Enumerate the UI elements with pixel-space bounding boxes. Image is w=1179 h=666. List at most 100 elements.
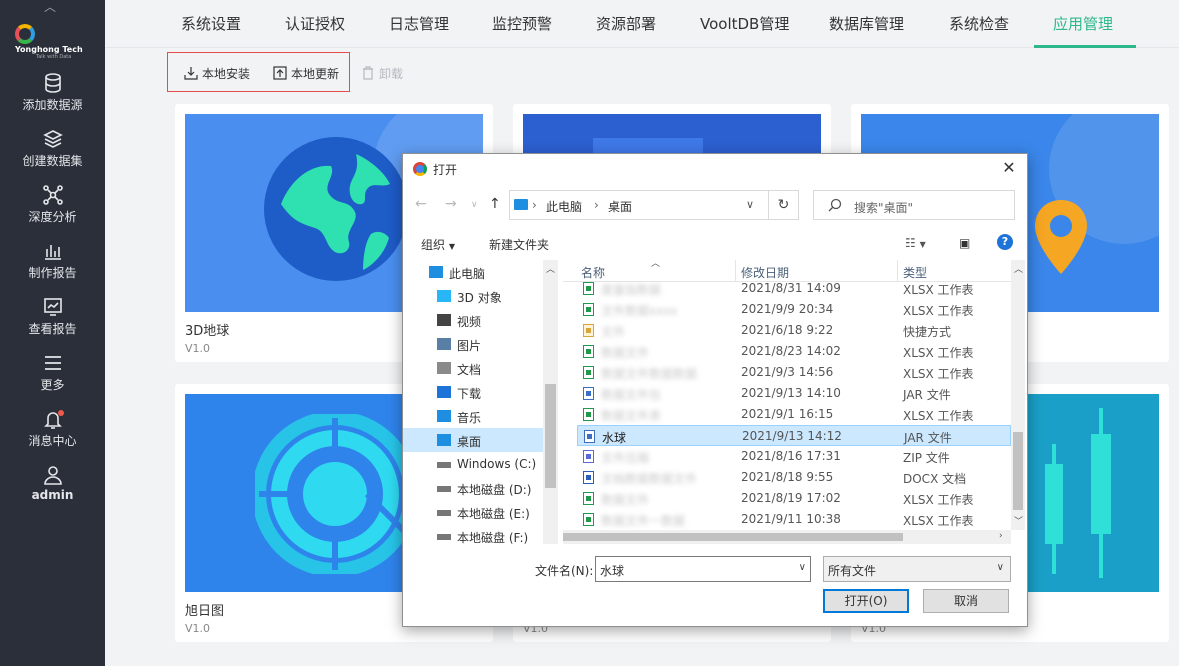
new-folder-button[interactable]: 新建文件夹 xyxy=(489,236,549,253)
help-icon[interactable]: ? xyxy=(997,234,1013,250)
file-row[interactable]: 文件数据xxxx 2021/9/9 20:34 XLSX 工作表 xyxy=(577,299,1011,320)
chevron-down-icon[interactable]: ∨ xyxy=(746,198,754,211)
tree-item-drive[interactable]: Windows (C:) xyxy=(403,452,543,476)
line-chart-icon xyxy=(43,298,62,316)
collapse-up-icon[interactable]: ︿ xyxy=(44,0,56,15)
sidebar-item-more[interactable]: 更多 xyxy=(0,352,105,402)
scroll-thumb[interactable] xyxy=(545,384,556,488)
tab-system-check[interactable]: 系统检查 xyxy=(949,13,1009,34)
sidebar-item-create-dataset[interactable]: 创建数据集 xyxy=(0,128,105,178)
tab-vooltdb[interactable]: VooltDB管理 xyxy=(700,13,789,34)
breadcrumb-this-pc[interactable]: 此电脑 xyxy=(546,198,582,215)
file-row[interactable]: 数据文件 2021/8/23 14:02 XLSX 工作表 xyxy=(577,341,1011,362)
organize-button[interactable]: 组织 ▼ xyxy=(421,236,455,253)
forward-arrow-icon[interactable]: → xyxy=(445,196,457,212)
file-row[interactable]: 文件压缩 2021/8/16 17:31 ZIP 文件 xyxy=(577,446,1011,467)
jar-file-icon xyxy=(583,387,594,400)
tree-item-video[interactable]: 视频 xyxy=(403,308,543,332)
scroll-thumb[interactable] xyxy=(563,533,903,541)
globe-icon xyxy=(264,137,408,281)
file-row[interactable]: 水球 2021/9/13 14:12 JAR 文件 xyxy=(577,425,1011,446)
tree-item-document[interactable]: 文档 xyxy=(403,356,543,380)
scroll-thumb[interactable] xyxy=(1013,432,1023,510)
filetype-select[interactable]: 所有文件 ∨ xyxy=(823,556,1011,582)
open-button[interactable]: 打开(O) xyxy=(823,589,909,613)
top-tab-bar: 系统设置 认证授权 日志管理 监控预警 资源部署 VooltDB管理 数据库管理… xyxy=(105,0,1179,48)
sidebar-item-view-report[interactable]: 查看报告 xyxy=(0,296,105,346)
tree-item-drive[interactable]: 本地磁盘 (D:) xyxy=(403,476,543,500)
view-options-icon[interactable]: ☷ ▼ xyxy=(905,236,926,250)
tree-item-music[interactable]: 音乐 xyxy=(403,404,543,428)
candlestick-icon xyxy=(1045,408,1111,578)
organize-label: 组织 xyxy=(421,238,446,252)
user-icon xyxy=(43,466,62,485)
file-row[interactable]: 文件 2021/6/18 9:22 快捷方式 xyxy=(577,320,1011,341)
file-row[interactable]: 数据文件一数据 2021/9/11 10:38 XLSX 工作表 xyxy=(577,509,1011,530)
tree-item-computer[interactable]: 此电脑 xyxy=(403,260,543,284)
drive-icon xyxy=(437,534,451,540)
tree-item-desktop[interactable]: 桌面 xyxy=(403,428,543,452)
tab-log-management[interactable]: 日志管理 xyxy=(389,13,449,34)
local-update-label: 本地更新 xyxy=(291,67,340,81)
file-type: 快捷方式 xyxy=(903,325,952,339)
file-row[interactable]: 文档数据数据文件 2021/8/18 9:55 DOCX 文档 xyxy=(577,467,1011,488)
recent-dropdown-icon[interactable]: ∨ xyxy=(471,200,478,210)
file-name: 数据文件包 xyxy=(601,388,662,402)
sidebar-item-message-center[interactable]: 消息中心 xyxy=(0,408,105,458)
tree-item-drive[interactable]: 本地磁盘 (F:) xyxy=(403,524,543,544)
sidebar-item-make-report[interactable]: 制作报告 xyxy=(0,240,105,290)
sidebar-item-add-datasource[interactable]: 添加数据源 xyxy=(0,72,105,122)
sidebar: ︿ Yonghong Tech Talk with Data 添加数据源 创建数… xyxy=(0,0,105,666)
refresh-icon[interactable]: ↻ xyxy=(769,190,799,220)
search-box[interactable]: 搜索"桌面" xyxy=(813,190,1015,220)
computer-icon xyxy=(429,266,443,278)
scroll-up-icon[interactable]: ︿ xyxy=(1014,262,1023,275)
file-row[interactable]: 数据文件包 2021/9/13 14:10 JAR 文件 xyxy=(577,383,1011,404)
tab-system-settings[interactable]: 系统设置 xyxy=(181,13,241,34)
tab-resource-deploy[interactable]: 资源部署 xyxy=(596,13,656,34)
chevron-down-icon[interactable]: ∨ xyxy=(799,562,806,573)
breadcrumb-separator: › xyxy=(532,198,537,212)
tab-app-management[interactable]: 应用管理 xyxy=(1053,13,1113,34)
tree-item-label: 桌面 xyxy=(457,435,482,449)
address-bar[interactable]: › 此电脑 › 桌面 ∨ xyxy=(509,190,769,220)
local-update-button[interactable]: 本地更新 xyxy=(273,65,339,82)
filename-row: 文件名(N): 水球 ∨ 所有文件 ∨ xyxy=(403,556,1027,582)
file-date: 2021/8/18 9:55 xyxy=(741,470,834,484)
scroll-down-icon[interactable]: ﹀ xyxy=(1014,514,1023,527)
cube-icon xyxy=(437,290,451,302)
filename-input[interactable]: 水球 ∨ xyxy=(595,556,811,582)
tree-item-label: 3D 对象 xyxy=(457,291,502,305)
file-name: 文件 xyxy=(601,325,626,339)
notification-dot xyxy=(58,410,64,416)
scroll-right-icon[interactable]: › xyxy=(999,531,1003,541)
scroll-up-icon[interactable]: ︿ xyxy=(546,262,555,275)
database-icon xyxy=(44,73,61,93)
file-row[interactable]: 数据文件表 2021/9/1 16:15 XLSX 工作表 xyxy=(577,404,1011,425)
file-row[interactable]: 度量指数据 2021/8/31 14:09 XLSX 工作表 xyxy=(577,278,1011,299)
cancel-button[interactable]: 取消 xyxy=(923,589,1009,613)
tree-item-cube[interactable]: 3D 对象 xyxy=(403,284,543,308)
file-row[interactable]: 数据文件数据数据 2021/9/3 14:56 XLSX 工作表 xyxy=(577,362,1011,383)
tree-item-label: 此电脑 xyxy=(449,267,486,281)
sidebar-item-user[interactable]: admin xyxy=(0,464,105,514)
file-row[interactable]: 数据文件 2021/8/19 17:02 XLSX 工作表 xyxy=(577,488,1011,509)
tree-item-download[interactable]: 下载 xyxy=(403,380,543,404)
local-install-button[interactable]: 本地安装 xyxy=(184,65,250,82)
breadcrumb-desktop[interactable]: 桌面 xyxy=(608,198,632,215)
vertical-scrollbar[interactable]: ︿ ﹀ xyxy=(1011,260,1025,530)
close-icon[interactable]: ✕ xyxy=(999,158,1019,178)
back-arrow-icon[interactable]: ← xyxy=(415,196,427,212)
sidebar-item-deep-analysis[interactable]: 深度分析 xyxy=(0,184,105,234)
tree-item-drive[interactable]: 本地磁盘 (E:) xyxy=(403,500,543,524)
horizontal-scrollbar[interactable]: ‹ › xyxy=(563,530,1011,544)
tree-scrollbar[interactable]: ︿ xyxy=(543,260,558,544)
uninstall-button[interactable]: 卸载 xyxy=(361,65,403,82)
tree-item-picture[interactable]: 图片 xyxy=(403,332,543,356)
filename-label: 文件名(N): xyxy=(535,564,594,578)
tab-auth[interactable]: 认证授权 xyxy=(285,13,345,34)
tab-monitor-alert[interactable]: 监控预警 xyxy=(492,13,552,34)
up-arrow-icon[interactable]: ↑ xyxy=(489,196,501,212)
preview-pane-icon[interactable]: ▣ xyxy=(959,236,970,250)
tab-database-management[interactable]: 数据库管理 xyxy=(829,13,904,34)
